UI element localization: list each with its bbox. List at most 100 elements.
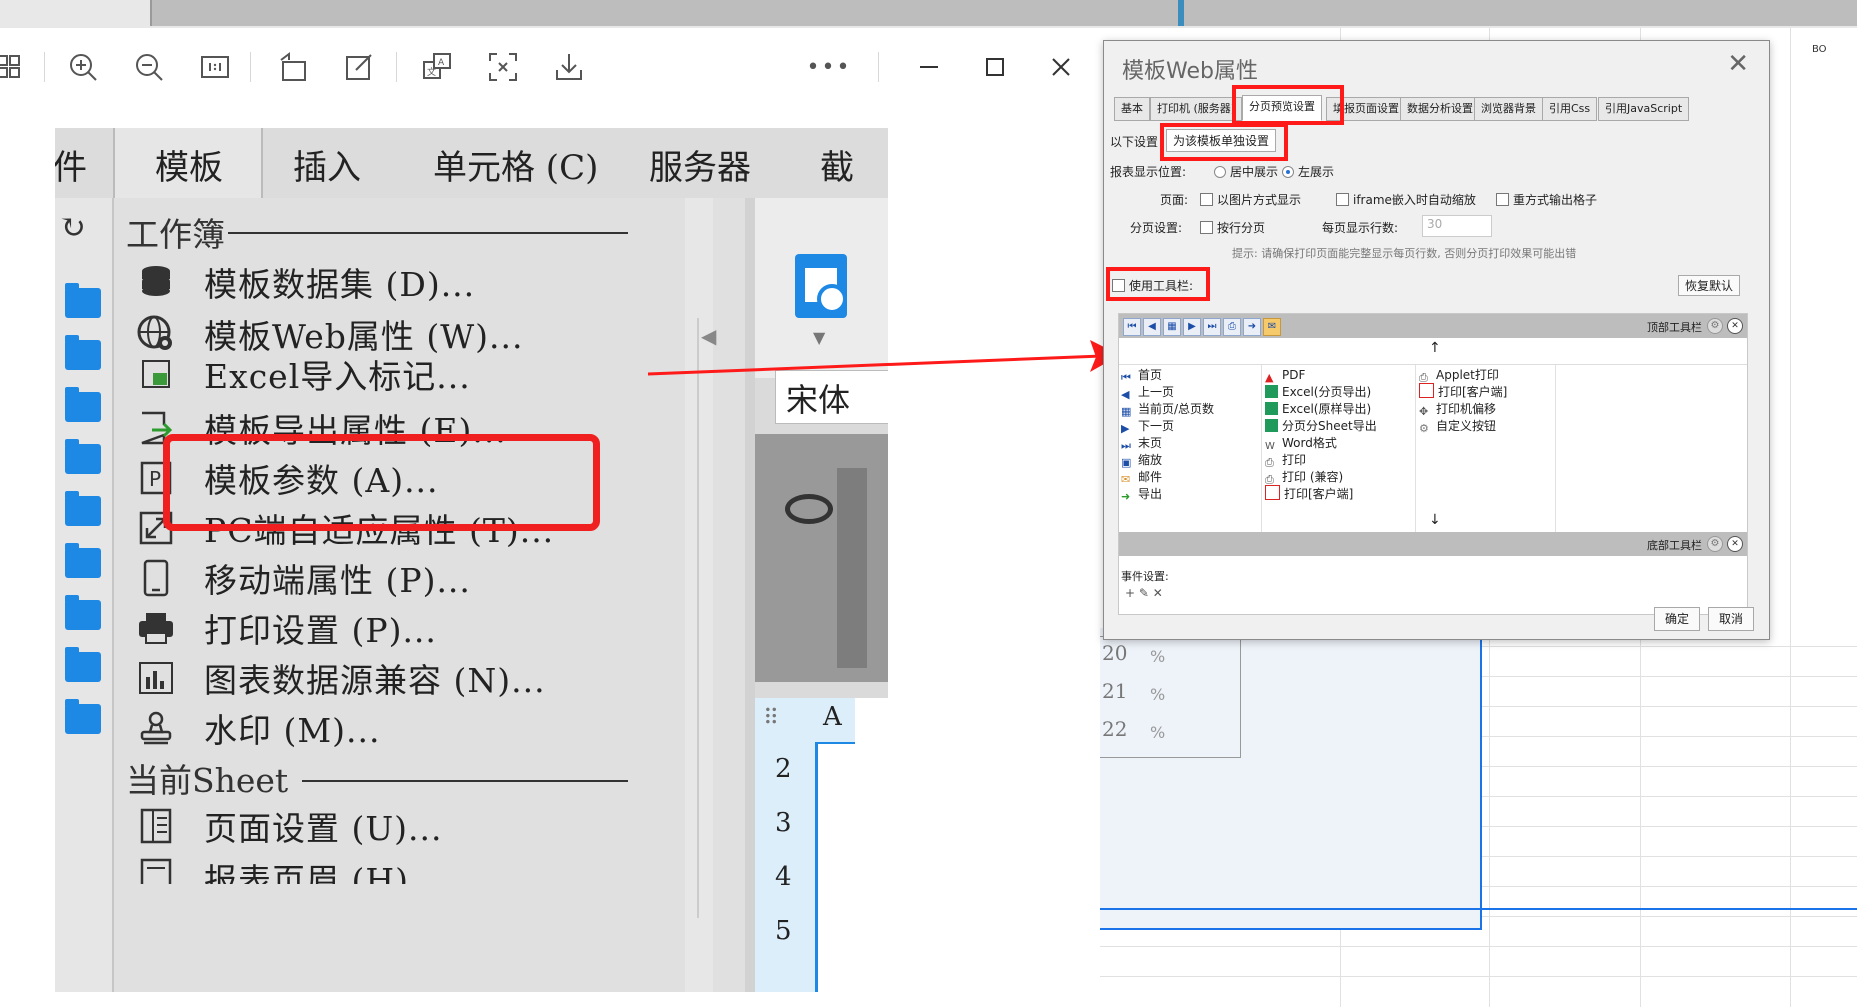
edit-icon[interactable] <box>342 50 376 84</box>
page-label: 页面: <box>1160 193 1189 207</box>
column-header-a[interactable]: A <box>823 702 842 732</box>
menu-item-mobile[interactable]: 移动端属性 (P)... <box>134 550 694 606</box>
move-up-arrow[interactable]: ↑ <box>1429 340 1441 356</box>
download-icon[interactable] <box>552 50 586 84</box>
red-highlight-tab <box>1232 85 1344 125</box>
grid-icon[interactable] <box>0 50 26 84</box>
close-icon[interactable] <box>1044 50 1078 84</box>
select-all-icon[interactable]: ⠿ <box>763 706 779 731</box>
checkbox-redraw[interactable]: 重方式输出格子 <box>1496 191 1597 208</box>
maximize-icon[interactable] <box>978 50 1012 84</box>
folder-icon[interactable] <box>65 439 101 474</box>
folder-icon[interactable] <box>65 543 101 578</box>
radio-center[interactable]: 居中展示 <box>1214 163 1278 180</box>
prev-page-icon[interactable]: ◀ <box>1143 318 1161 336</box>
top-toolbar-label: 顶部工具栏 <box>1647 321 1702 334</box>
menu-item-page-setup[interactable]: 页面设置 (U)... <box>134 798 694 854</box>
ok-button[interactable]: 确定 <box>1654 607 1701 631</box>
folder-icon[interactable] <box>65 699 101 734</box>
checkbox-row-paging[interactable]: 按行分页 <box>1200 219 1265 236</box>
rotate-icon[interactable] <box>276 50 310 84</box>
tab-template[interactable]: 模板 <box>155 140 223 189</box>
zoom-out-icon[interactable] <box>132 50 166 84</box>
row-number: 22 <box>1102 717 1128 741</box>
menu-item-report-header[interactable]: 报表页眉 (H)... <box>134 854 694 884</box>
tab-insert[interactable]: 插入 <box>293 140 361 189</box>
tab-server[interactable]: 服务器 <box>649 140 751 189</box>
menu-item-label: 打印设置 (P)... <box>204 611 437 650</box>
zoom-in-icon[interactable] <box>66 50 100 84</box>
gear-icon[interactable]: ⚙ <box>1707 318 1723 334</box>
refresh-icon[interactable]: ↻ <box>59 208 86 246</box>
tab-cell[interactable]: 单元格 (C) <box>433 140 598 189</box>
menu-item-label: 报表页眉 (H)... <box>204 861 444 884</box>
folder-icon[interactable] <box>65 595 101 630</box>
btn-export[interactable]: ➜ 导出 <box>1121 484 1162 504</box>
tab-ref-js[interactable]: 引用JavaScript <box>1598 97 1690 121</box>
crop-icon[interactable] <box>486 50 520 84</box>
mobile-icon <box>134 556 178 600</box>
folder-icon[interactable] <box>65 335 101 370</box>
menu-item-label: 图表数据源兼容 (N)... <box>204 661 546 700</box>
actual-size-icon[interactable] <box>198 50 232 84</box>
section-title-sheet: 当前Sheet <box>126 761 289 800</box>
image-viewer-toolbar: A文 ••• <box>0 36 1100 98</box>
cancel-button[interactable]: 取消 <box>1708 607 1755 631</box>
gear-icon[interactable]: ⚙ <box>1707 536 1723 552</box>
menu-item-label: 移动端属性 (P)... <box>204 561 471 600</box>
mail-icon[interactable]: ✉ <box>1263 318 1281 336</box>
menu-item-print-settings[interactable]: 打印设置 (P)... <box>134 600 694 656</box>
rows-per-page-input[interactable]: 30 <box>1422 215 1492 237</box>
tab-browser-bg[interactable]: 浏览器背景 <box>1474 97 1543 121</box>
page-count-icon[interactable]: ▦ <box>1163 318 1181 336</box>
checkbox-iframe-scale[interactable]: iframe嵌入时自动缩放 <box>1336 191 1476 208</box>
tab-cut-off[interactable]: 截 <box>820 140 854 189</box>
menu-item-dataset[interactable]: 模板数据集 (D)... <box>134 254 694 310</box>
folder-icon[interactable] <box>65 387 101 422</box>
stamp-icon <box>134 706 178 750</box>
close-icon[interactable]: ✕ <box>1727 318 1743 334</box>
tab-ref-css[interactable]: 引用Css <box>1542 97 1598 121</box>
btn-print-client[interactable]: 打印[客户端] <box>1265 484 1353 504</box>
hint-text: 提示: 请确保打印页面能完整显示每页行数, 否则分页打印效果可能出错 <box>1232 247 1577 260</box>
menu-item-label: Excel导入标记... <box>204 357 471 394</box>
row-number: 21 <box>1102 679 1128 703</box>
row-number: 4 <box>775 862 792 892</box>
last-page-icon[interactable]: ⏭ <box>1203 318 1221 336</box>
menu-item-excel-import[interactable]: Excel导入标记... <box>134 354 694 394</box>
red-arrow <box>647 340 1120 376</box>
red-highlight-toolbar <box>1106 267 1210 301</box>
page-setup-icon <box>134 804 178 848</box>
tab-file[interactable]: 件 <box>55 140 87 189</box>
minimize-icon[interactable] <box>912 50 946 84</box>
folder-icon[interactable] <box>65 283 101 318</box>
close-icon[interactable]: ✕ <box>1727 536 1743 552</box>
translate-icon[interactable]: A文 <box>420 50 454 84</box>
next-page-icon[interactable]: ▶ <box>1183 318 1201 336</box>
checkbox-image-mode[interactable]: 以图片方式显示 <box>1200 191 1301 208</box>
btn-custom[interactable]: ⚙ 自定义按钮 <box>1419 416 1496 436</box>
tab-basic[interactable]: 基本 <box>1114 97 1150 121</box>
rows-per-page-label: 每页显示行数: <box>1322 221 1399 235</box>
menu-item-watermark[interactable]: 水印 (M)... <box>134 700 694 756</box>
folder-icon[interactable] <box>65 491 101 526</box>
first-page-icon[interactable]: ⏮ <box>1123 318 1141 336</box>
preview-doc-icon[interactable] <box>795 254 847 318</box>
print-icon[interactable]: ⎙ <box>1223 318 1241 336</box>
selected-cell[interactable] <box>815 742 846 992</box>
radio-left[interactable]: 左展示 <box>1282 163 1334 180</box>
paging-label: 分页设置: <box>1130 221 1183 235</box>
red-highlight-scope <box>1160 123 1288 161</box>
menu-item-label: 模板数据集 (D)... <box>204 265 476 304</box>
move-down-arrow[interactable]: ↓ <box>1429 512 1441 528</box>
tab-data-analysis[interactable]: 数据分析设置 <box>1400 97 1480 121</box>
close-icon[interactable]: ✕ <box>1727 49 1749 79</box>
export-icon[interactable]: ➜ <box>1243 318 1261 336</box>
restore-default-button[interactable]: 恢复默认 <box>1678 275 1741 296</box>
tab-printer-server[interactable]: 打印机 (服务器) <box>1150 97 1243 121</box>
menu-item-chart-compat[interactable]: 图表数据源兼容 (N)... <box>134 650 694 706</box>
folder-icon[interactable] <box>65 647 101 682</box>
event-add-icon[interactable]: + ✎ ✕ <box>1125 586 1163 600</box>
selection-border <box>1100 908 1857 910</box>
more-icon[interactable]: ••• <box>807 50 850 84</box>
